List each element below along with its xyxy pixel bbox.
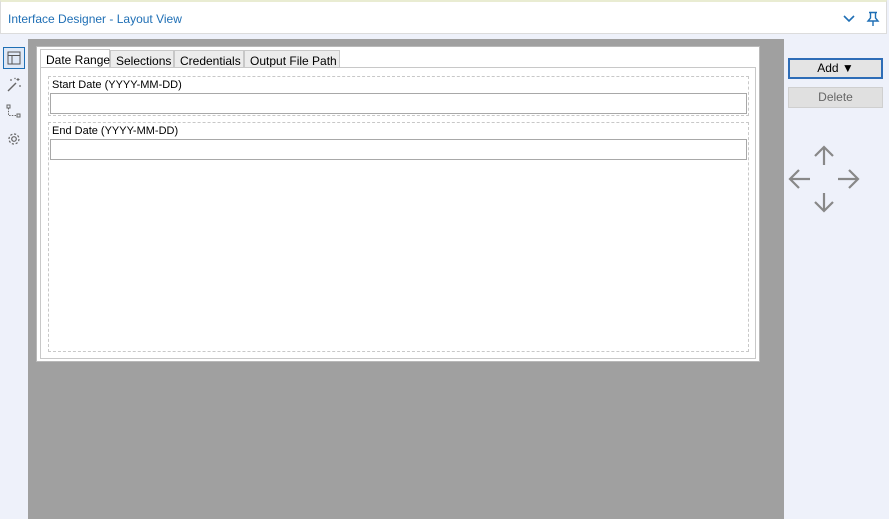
tab-label: Date Range bbox=[46, 53, 111, 67]
arrow-down-icon[interactable] bbox=[814, 193, 834, 213]
start-date-group: Start Date (YYYY-MM-DD) bbox=[48, 76, 749, 116]
tab-panel: Date Range Selections Credentials Output… bbox=[36, 46, 760, 362]
end-date-label: End Date (YYYY-MM-DD) bbox=[52, 125, 179, 137]
start-date-input[interactable] bbox=[50, 93, 747, 114]
settings-button[interactable] bbox=[3, 128, 25, 150]
pin-icon[interactable] bbox=[865, 11, 881, 27]
right-panel bbox=[784, 39, 889, 519]
properties-button[interactable] bbox=[3, 74, 25, 96]
tab-label: Selections bbox=[116, 54, 172, 68]
tree-view-button[interactable] bbox=[3, 101, 25, 123]
left-toolbar bbox=[0, 43, 28, 519]
layout-view-button[interactable] bbox=[3, 47, 25, 69]
arrow-left-icon[interactable] bbox=[788, 169, 810, 189]
tab-date-range[interactable]: Date Range bbox=[40, 49, 110, 69]
end-date-input[interactable] bbox=[50, 139, 747, 160]
tab-label: Output File Path bbox=[250, 54, 337, 68]
arrow-up-icon[interactable] bbox=[814, 145, 834, 165]
window-title: Interface Designer - Layout View bbox=[8, 12, 182, 26]
tab-selections[interactable]: Selections bbox=[110, 50, 174, 68]
start-date-label: Start Date (YYYY-MM-DD) bbox=[52, 79, 182, 91]
tab-label: Credentials bbox=[180, 54, 241, 68]
tab-output-file-path[interactable]: Output File Path bbox=[244, 50, 340, 68]
tree-icon bbox=[6, 104, 21, 118]
end-date-group: End Date (YYYY-MM-DD) bbox=[48, 122, 749, 352]
window-titlebar: Interface Designer - Layout View bbox=[0, 0, 887, 34]
gear-icon bbox=[8, 133, 20, 145]
layout-icon bbox=[7, 51, 21, 65]
add-button[interactable]: Add ▼ bbox=[788, 58, 883, 79]
move-arrows bbox=[788, 145, 860, 213]
delete-button[interactable]: Delete bbox=[788, 87, 883, 108]
tab-credentials[interactable]: Credentials bbox=[174, 50, 244, 68]
chevron-down-icon[interactable] bbox=[842, 13, 856, 25]
magic-wand-icon bbox=[7, 77, 21, 92]
tab-content: Start Date (YYYY-MM-DD) End Date (YYYY-M… bbox=[40, 67, 756, 359]
arrow-right-icon[interactable] bbox=[838, 169, 860, 189]
